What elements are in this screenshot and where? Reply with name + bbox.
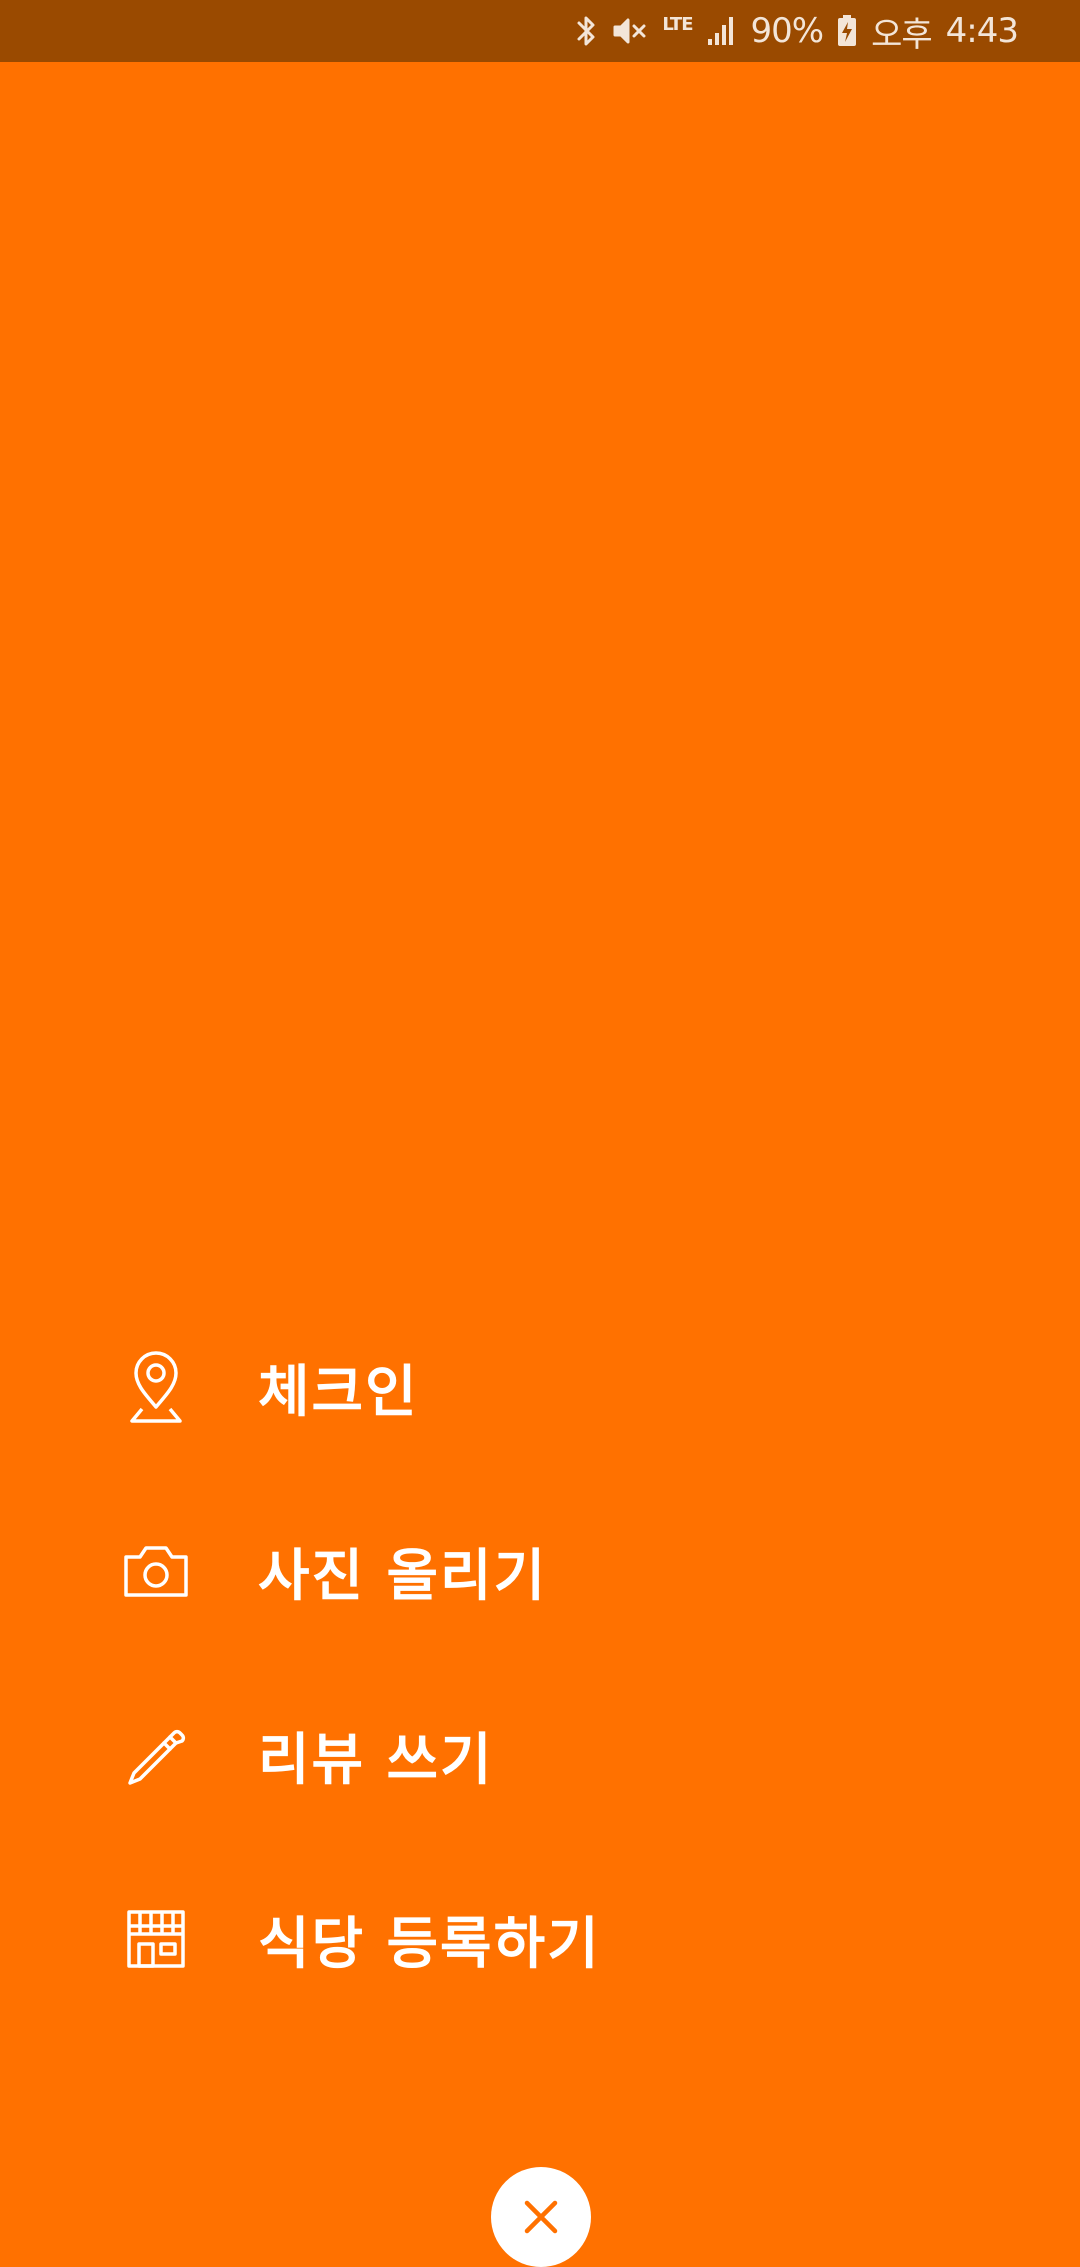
pencil-icon	[120, 1715, 192, 1795]
menu-item-upload-photo[interactable]: 사진 올리기	[0, 1496, 1080, 1646]
battery-charging-icon	[837, 15, 857, 47]
vibrate-mute-icon	[612, 14, 648, 48]
action-menu-overlay: 체크인 사진 올리기 리뷰 쓰기 식당 등록하기	[0, 62, 1080, 2267]
menu-item-label: 리뷰 쓰기	[258, 1727, 494, 1793]
map-pin-icon	[120, 1347, 192, 1427]
menu-item-label: 식당 등록하기	[258, 1911, 601, 1977]
bluetooth-icon	[576, 14, 598, 48]
menu-item-label: 사진 올리기	[258, 1543, 548, 1609]
status-bar: LTE 90% 오후 4:43	[0, 0, 1080, 62]
menu-item-write-review[interactable]: 리뷰 쓰기	[0, 1680, 1080, 1830]
status-ampm: 오후	[871, 14, 933, 55]
close-button[interactable]	[491, 2167, 591, 2267]
menu-item-register-restaurant[interactable]: 식당 등록하기	[0, 1864, 1080, 2014]
camera-icon	[120, 1531, 192, 1611]
close-icon	[521, 2197, 561, 2237]
signal-icon	[707, 15, 737, 47]
storefront-icon	[120, 1899, 192, 1979]
menu-item-checkin[interactable]: 체크인	[0, 1312, 1080, 1462]
menu-item-label: 체크인	[258, 1359, 419, 1425]
battery-percent: 90%	[750, 11, 825, 51]
lte-icon: LTE	[662, 14, 693, 35]
status-time: 4:43	[945, 11, 1019, 51]
status-icons: LTE 90% 오후 4:43	[576, 0, 1019, 62]
